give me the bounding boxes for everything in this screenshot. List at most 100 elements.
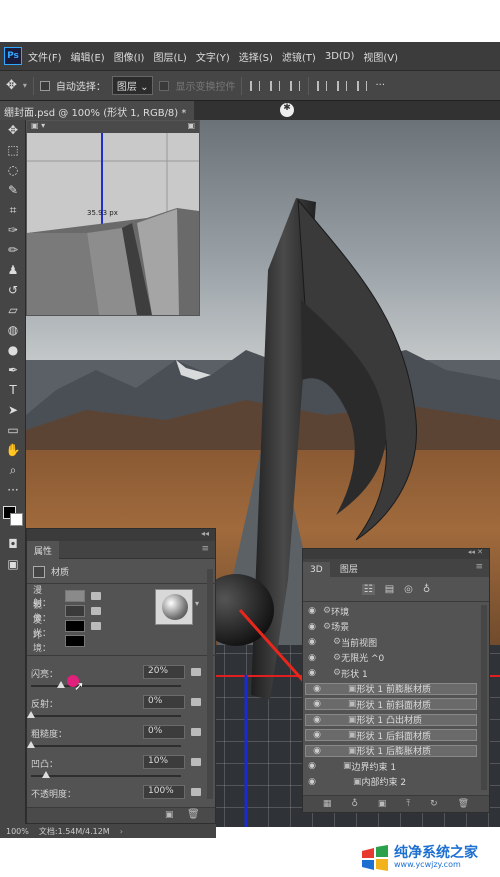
shape-tool-icon[interactable]: ▭: [0, 420, 26, 440]
specular-color-swatch[interactable]: [65, 605, 85, 617]
more-options-icon[interactable]: ···: [375, 80, 385, 91]
tab-properties[interactable]: 属性: [27, 541, 60, 559]
illumination-texture-folder-icon[interactable]: [91, 622, 101, 630]
move-tool-icon[interactable]: ✥: [6, 78, 17, 93]
bump-slider-knob[interactable]: [42, 771, 50, 778]
scene-icon[interactable]: ▦: [323, 799, 332, 809]
menu-type[interactable]: 文字(Y): [196, 49, 230, 64]
scene-tree-row[interactable]: ◉ ▣ 内部约束 2: [305, 776, 477, 789]
specular-texture-folder-icon[interactable]: [91, 607, 101, 615]
quick-select-tool-icon[interactable]: ✎: [0, 180, 26, 200]
zoom-tool-icon[interactable]: ⌕: [0, 460, 26, 480]
illumination-color-swatch[interactable]: [65, 620, 85, 632]
material-preview-sphere[interactable]: [155, 589, 193, 625]
scene-tree-row[interactable]: ◉ ▣ 形状 1 后膨胀材质: [305, 744, 477, 757]
auto-select-checkbox[interactable]: [39, 80, 50, 91]
scene-tree-row[interactable]: ◉ ▣ 形状 1 后斜面材质: [305, 729, 477, 742]
visibility-eye-icon[interactable]: ◉: [305, 653, 319, 663]
tab-close-icon[interactable]: ✱: [280, 103, 294, 117]
lasso-tool-icon[interactable]: ◌: [0, 160, 26, 180]
align-center-icon[interactable]: [270, 80, 281, 91]
scene-tree-row[interactable]: ◉ ▣ 形状 1 前斜面材质: [305, 698, 477, 711]
status-arrow-icon[interactable]: ›: [120, 827, 123, 836]
visibility-eye-icon[interactable]: ◉: [305, 761, 319, 771]
pen-tool-icon[interactable]: ✒: [0, 360, 26, 380]
menu-edit[interactable]: 编辑(E): [71, 49, 105, 64]
move-tool-icon[interactable]: ✥: [0, 120, 26, 140]
scene-tree-row[interactable]: ◉ ▣ 形状 1 前膨胀材质: [305, 682, 477, 695]
reflection-slider-knob[interactable]: [27, 711, 35, 718]
visibility-eye-icon[interactable]: ◉: [310, 746, 324, 756]
brush-tool-icon[interactable]: ✏: [0, 240, 26, 260]
scene-tree-row[interactable]: ◉ ⚙ 场景: [305, 621, 477, 634]
screen-mode-icon[interactable]: ▣: [0, 554, 26, 574]
visibility-eye-icon[interactable]: ◉: [310, 715, 324, 725]
delete-icon[interactable]: 🗑: [458, 799, 469, 809]
auto-select-dropdown[interactable]: 图层 ⌄: [111, 76, 154, 95]
scene-tree-row[interactable]: ◉ ⚙ 当前视图: [305, 636, 477, 649]
more-tools-icon[interactable]: ···: [0, 480, 26, 500]
stamp-tool-icon[interactable]: ♟: [0, 260, 26, 280]
visibility-eye-icon[interactable]: ◉: [310, 730, 324, 740]
visibility-eye-icon[interactable]: ◉: [305, 637, 319, 647]
lights-filter-icon[interactable]: ♁: [423, 584, 430, 595]
document-tab[interactable]: 绷封面.psd @ 100% (形状 1, RGB/8) *: [0, 101, 195, 121]
scene-tree-row[interactable]: ◉ ⚙ 无限光 ^0: [305, 652, 477, 665]
distribute-middle-icon[interactable]: [337, 80, 348, 91]
menu-filter[interactable]: 滤镜(T): [282, 49, 316, 64]
tab-3d[interactable]: 3D: [303, 562, 330, 580]
distribute-top-icon[interactable]: [317, 80, 328, 91]
materials-filter-icon[interactable]: ◎: [404, 584, 413, 595]
quick-mask-icon[interactable]: ◘: [0, 534, 26, 554]
secondary-view-window[interactable]: ▣ ▾ ▣ 35.93 px: [26, 120, 200, 316]
opacity-value-field[interactable]: 100%: [143, 785, 185, 799]
collapse-icon[interactable]: ◂◂ ✕: [468, 548, 483, 556]
visibility-eye-icon[interactable]: ◉: [305, 606, 319, 616]
light-icon[interactable]: ♁: [351, 799, 358, 809]
material-picker-chevron-icon[interactable]: ▾: [195, 599, 199, 608]
shine-folder-icon[interactable]: [191, 668, 201, 676]
panel-menu-icon[interactable]: ≡: [201, 544, 209, 554]
camera-icon[interactable]: ▣ ▾: [31, 121, 45, 130]
paint-bucket-tool-icon[interactable]: ◍: [0, 320, 26, 340]
shine-slider-track[interactable]: [31, 685, 181, 687]
panel-menu-icon[interactable]: ≡: [475, 562, 483, 572]
roughness-slider-knob[interactable]: [27, 741, 35, 748]
delete-icon[interactable]: 🗑: [187, 809, 200, 820]
reflection-value-field[interactable]: 0%: [143, 695, 185, 709]
distribute-bottom-icon[interactable]: [357, 80, 368, 91]
roughness-slider-track[interactable]: [31, 745, 181, 747]
properties-scrollbar[interactable]: [207, 569, 213, 799]
opacity-folder-icon[interactable]: [191, 788, 201, 796]
visibility-eye-icon[interactable]: ◉: [305, 777, 319, 787]
visibility-eye-icon[interactable]: ◉: [310, 699, 324, 709]
dodge-tool-icon[interactable]: ●: [0, 340, 26, 360]
roughness-folder-icon[interactable]: [191, 728, 201, 736]
reflection-slider-track[interactable]: [31, 715, 181, 717]
3d-panel-scrollbar[interactable]: [481, 605, 487, 790]
visibility-eye-icon[interactable]: ◉: [305, 622, 319, 632]
align-right-icon[interactable]: [290, 80, 301, 91]
document-info[interactable]: 文档:1.54M/4.12M: [39, 826, 110, 837]
roughness-value-field[interactable]: 0%: [143, 725, 185, 739]
bump-folder-icon[interactable]: [191, 758, 201, 766]
hand-tool-icon[interactable]: ✋: [0, 440, 26, 460]
ambient-color-swatch[interactable]: [65, 635, 85, 647]
zoom-level[interactable]: 100%: [6, 827, 29, 836]
menu-select[interactable]: 选择(S): [239, 49, 273, 64]
menu-layer[interactable]: 图层(L): [153, 49, 186, 64]
tab-layers[interactable]: 图层: [333, 559, 365, 577]
marquee-tool-icon[interactable]: ⬚: [0, 140, 26, 160]
scene-tree-row[interactable]: ◉ ⚙ 形状 1: [305, 667, 477, 680]
meshes-filter-icon[interactable]: ▤: [385, 584, 394, 595]
bump-icon[interactable]: ⤒: [406, 799, 410, 809]
bump-slider-track[interactable]: [31, 775, 181, 777]
tool-preset-chevron-icon[interactable]: ▾: [23, 81, 27, 90]
menu-view[interactable]: 视图(V): [363, 49, 398, 64]
scene-tree-row[interactable]: ◉ ▣ 形状 1 凸出材质: [305, 713, 477, 726]
collapse-icon[interactable]: ◂◂: [201, 529, 209, 538]
rotate-icon[interactable]: ↻: [430, 799, 438, 809]
color-swatches[interactable]: [0, 500, 25, 534]
menu-image[interactable]: 图像(I): [114, 49, 145, 64]
background-color-swatch[interactable]: [10, 513, 23, 526]
